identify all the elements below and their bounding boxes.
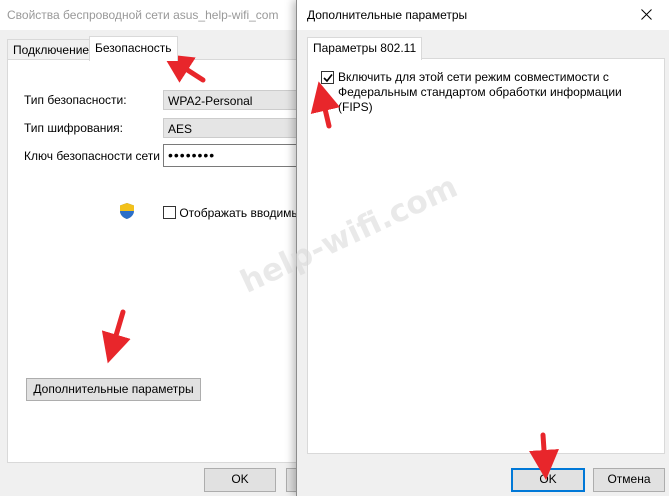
security-type-label: Тип безопасности: bbox=[24, 93, 127, 107]
encryption-type-select[interactable]: AES bbox=[163, 118, 303, 138]
network-key-input[interactable]: •••••••• bbox=[163, 144, 303, 167]
close-button[interactable] bbox=[624, 0, 669, 30]
wireless-properties-window: Свойства беспроводной сети asus_help-wif… bbox=[0, 0, 307, 496]
checkmark-icon bbox=[323, 74, 333, 83]
tab-connection[interactable]: Подключение bbox=[7, 39, 96, 60]
network-key-label: Ключ безопасности сети bbox=[24, 149, 160, 163]
security-tab-panel: Тип безопасности: WPA2-Personal Тип шифр… bbox=[7, 59, 307, 463]
encryption-type-label: Тип шифрования: bbox=[24, 121, 123, 135]
dialog-titlebar: Дополнительные параметры bbox=[297, 0, 669, 30]
uac-shield-icon bbox=[118, 202, 136, 220]
cancel-button[interactable]: Отмена bbox=[593, 468, 665, 492]
tab-802-11-settings[interactable]: Параметры 802.11 bbox=[307, 37, 423, 60]
fips-label[interactable]: Включить для этой сети режим совместимос… bbox=[338, 70, 638, 115]
back-ok-button[interactable]: OK bbox=[204, 468, 276, 492]
ok-button[interactable]: OK bbox=[511, 468, 585, 492]
fips-checkbox[interactable] bbox=[321, 71, 334, 84]
dialog-title: Дополнительные параметры bbox=[307, 8, 468, 22]
show-characters-checkbox[interactable] bbox=[163, 206, 176, 220]
window-title: Свойства беспроводной сети asus_help-wif… bbox=[7, 8, 279, 22]
show-characters-label: Отображать вводимые bbox=[179, 206, 307, 220]
dialog-tab-panel: Включить для этой сети режим совместимос… bbox=[307, 58, 665, 454]
close-icon bbox=[641, 9, 652, 20]
window-body: Подключение Безопасность Тип безопасност… bbox=[0, 30, 307, 496]
advanced-settings-dialog: Дополнительные параметры Параметры 802.1… bbox=[296, 0, 669, 496]
tab-security[interactable]: Безопасность bbox=[89, 36, 178, 61]
security-type-select[interactable]: WPA2-Personal bbox=[163, 90, 303, 110]
show-characters-row[interactable]: Отображать вводимые bbox=[163, 206, 307, 220]
advanced-settings-button[interactable]: Дополнительные параметры bbox=[26, 378, 201, 401]
